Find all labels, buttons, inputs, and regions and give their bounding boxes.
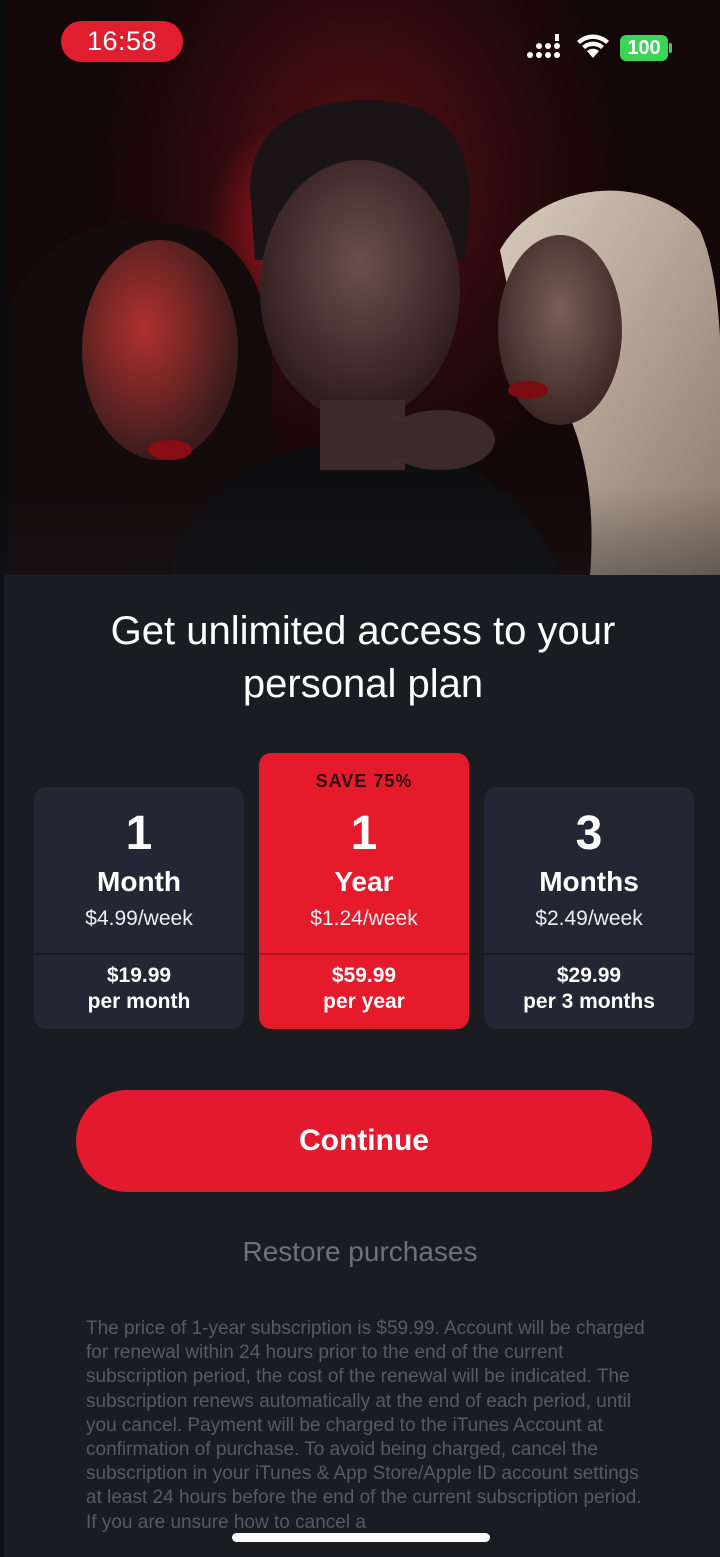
status-time: 16:58	[61, 21, 183, 62]
plan-weekly-price: $4.99/week	[85, 907, 193, 930]
plan-price: $59.99	[331, 964, 397, 987]
plan-divider	[259, 953, 469, 955]
battery-icon: 100	[620, 35, 668, 61]
plan-unit: Year	[334, 866, 394, 897]
plan-unit: Month	[97, 866, 181, 897]
wifi-icon	[577, 34, 609, 58]
home-indicator[interactable]	[232, 1533, 490, 1542]
plan-card-1-month[interactable]: 1 Month $4.99/week $19.99 per month	[34, 787, 244, 1029]
plan-period: per 3 months	[523, 990, 655, 1013]
plan-period: per month	[87, 990, 191, 1013]
plan-weekly-price: $2.49/week	[535, 907, 643, 930]
cellular-signal-icon	[527, 34, 560, 58]
left-edge	[0, 575, 4, 1557]
plan-period: per year	[323, 990, 405, 1013]
continue-button[interactable]: Continue	[76, 1090, 652, 1192]
plan-divider	[484, 953, 694, 955]
restore-purchases-link[interactable]: Restore purchases	[0, 1236, 720, 1268]
plan-card-3-months[interactable]: 3 Months $2.49/week $29.99 per 3 months	[484, 787, 694, 1029]
status-bar: 16:58 100	[0, 0, 720, 90]
page-title: Get unlimited access to your personal pl…	[110, 609, 616, 706]
plan-price: $29.99	[556, 964, 622, 987]
subscription-terms-text: The price of 1-year subscription is $59.…	[86, 1318, 645, 1533]
plan-card-1-year[interactable]: SAVE 75% 1 Year $1.24/week $59.99 per ye…	[259, 753, 469, 1029]
plan-divider	[34, 953, 244, 955]
plan-number: 3	[575, 807, 603, 860]
plan-price: $19.99	[106, 964, 172, 987]
battery-tip	[669, 43, 672, 53]
plan-weekly-price: $1.24/week	[310, 907, 418, 930]
save-badge: SAVE 75%	[315, 771, 413, 791]
plan-number: 1	[125, 807, 153, 860]
plan-unit: Months	[539, 866, 639, 897]
plan-number: 1	[350, 807, 378, 860]
